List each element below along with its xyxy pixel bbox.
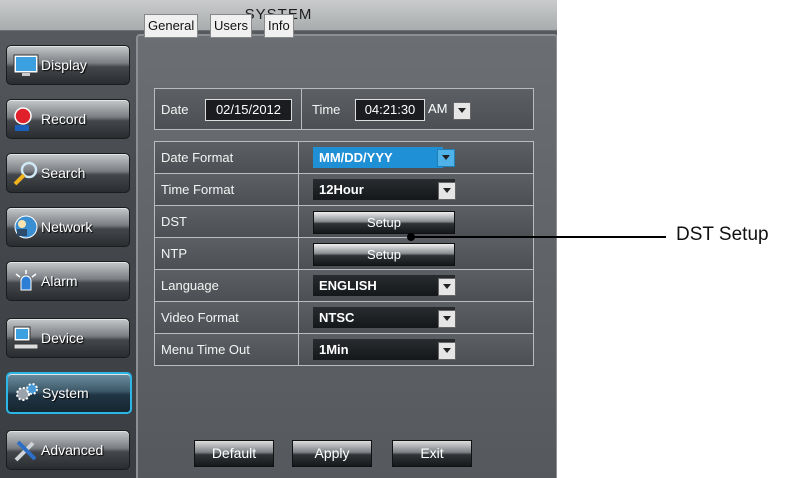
setting-label: Date Format [161, 150, 234, 165]
sidebar-item-display[interactable]: Display [6, 45, 130, 85]
sidebar-item-label: Display [41, 57, 87, 73]
setting-label: Language [161, 278, 219, 293]
row-ntp: NTP Setup [154, 237, 534, 270]
magnifier-icon [13, 161, 38, 186]
menu-timeout-dropdown[interactable] [438, 342, 456, 360]
date-format-dropdown[interactable] [437, 149, 455, 167]
dst-setup-button[interactable]: Setup [313, 211, 455, 234]
divider [298, 206, 299, 237]
tab-users[interactable]: Users [210, 14, 252, 38]
date-field[interactable]: 02/15/2012 [205, 99, 292, 121]
datetime-row: Date 02/15/2012 Time 04:21:30 AM [154, 88, 534, 130]
callout-line [412, 236, 666, 238]
row-date-format: Date Format MM/DD/YYY [154, 141, 534, 174]
device-icon [13, 326, 39, 350]
record-icon [14, 107, 32, 131]
ntp-setup-button[interactable]: Setup [313, 243, 455, 266]
sidebar-item-advanced[interactable]: Advanced [6, 430, 130, 470]
row-language: Language ENGLISH [154, 269, 534, 302]
row-menu-timeout: Menu Time Out 1Min [154, 333, 534, 366]
alarm-icon [15, 270, 37, 291]
exit-button[interactable]: Exit [392, 440, 472, 467]
row-dst: DST Setup [154, 205, 534, 238]
monitor-icon [13, 54, 39, 76]
setting-label: DST [161, 214, 187, 229]
default-button[interactable]: Default [194, 440, 274, 467]
sidebar-item-label: Advanced [41, 442, 104, 458]
tab-info[interactable]: Info [264, 14, 294, 38]
sidebar-item-label: Search [41, 165, 86, 181]
language-select[interactable]: ENGLISH [313, 275, 455, 296]
divider [298, 238, 299, 269]
sidebar-item-search[interactable]: Search [6, 153, 130, 193]
sidebar-item-system[interactable]: System [6, 372, 132, 414]
sidebar-item-network[interactable]: Network [6, 207, 130, 247]
video-format-select[interactable]: NTSC [313, 307, 455, 328]
setting-label: Video Format [161, 310, 239, 325]
sidebar-item-label: Record [41, 111, 87, 127]
time-label: Time [312, 102, 341, 117]
tools-icon [14, 440, 37, 462]
apply-button[interactable]: Apply [292, 440, 372, 467]
divider [298, 302, 299, 333]
divider [298, 174, 299, 205]
time-format-dropdown[interactable] [438, 182, 456, 200]
setting-label: NTP [161, 246, 187, 261]
time-format-select[interactable]: 12Hour [313, 179, 455, 200]
row-video-format: Video Format NTSC [154, 301, 534, 334]
sidebar-item-label: Network [41, 219, 93, 235]
sidebar-item-label: System [42, 385, 89, 401]
sidebar-item-label: Alarm [41, 273, 78, 289]
sidebar-item-device[interactable]: Device [6, 318, 130, 358]
gears-icon [16, 383, 38, 401]
sidebar-item-alarm[interactable]: Alarm [6, 261, 130, 301]
row-time-format: Time Format 12Hour [154, 173, 534, 206]
ampm-value: AM [428, 101, 448, 116]
setting-label: Time Format [161, 182, 235, 197]
date-format-select[interactable]: MM/DD/YYY [313, 147, 443, 168]
sidebar-item-label: Device [41, 330, 84, 346]
dvr-screen: SYSTEM Display Record Search Network [0, 0, 557, 478]
time-field[interactable]: 04:21:30 [355, 99, 425, 121]
divider [298, 334, 299, 365]
language-dropdown[interactable] [438, 278, 456, 296]
callout-label: DST Setup [676, 224, 769, 245]
sidebar-item-record[interactable]: Record [6, 99, 130, 139]
video-format-dropdown[interactable] [438, 310, 456, 328]
network-icon [14, 215, 38, 239]
divider [298, 142, 299, 173]
ampm-dropdown[interactable] [453, 102, 471, 120]
divider [301, 89, 302, 129]
date-label: Date [161, 102, 189, 117]
menu-timeout-select[interactable]: 1Min [313, 339, 455, 360]
setting-label: Menu Time Out [161, 342, 250, 357]
tab-general[interactable]: General [144, 14, 199, 38]
divider [298, 270, 299, 301]
